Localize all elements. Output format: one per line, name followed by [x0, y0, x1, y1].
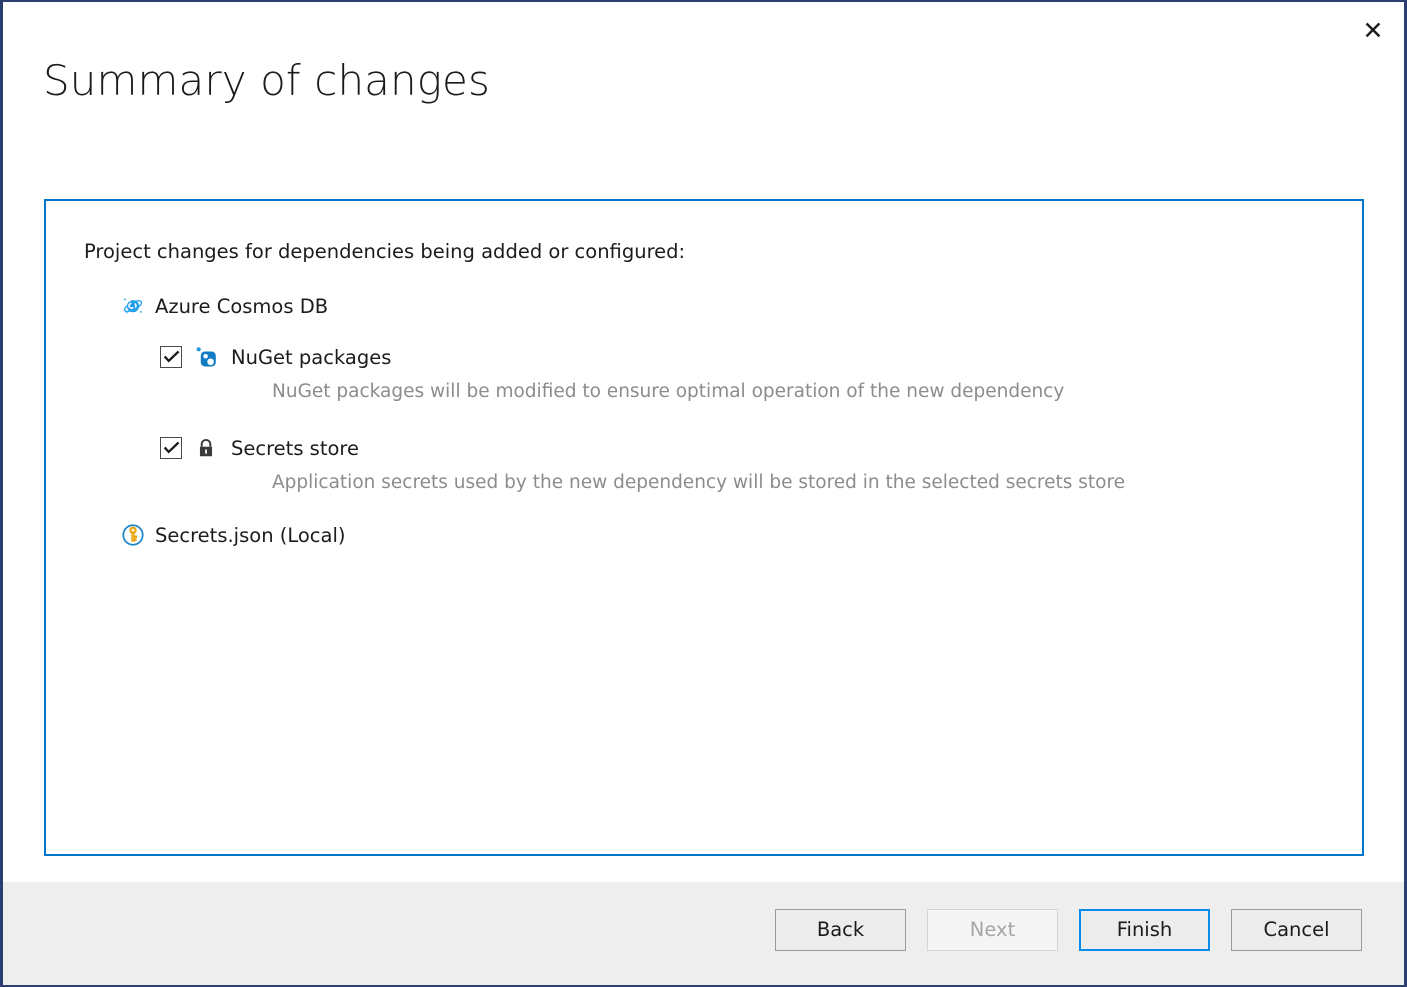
cancel-button[interactable]: Cancel: [1231, 909, 1362, 951]
summary-of-changes-dialog: ✕ Summary of changes Project changes for…: [0, 0, 1407, 987]
change-item-description: Application secrets used by the new depe…: [46, 472, 1362, 493]
change-item-description: NuGet packages will be modified to ensur…: [46, 381, 1362, 402]
leaf-label: Secrets.json (Local): [155, 524, 346, 547]
secrets-store-checkbox[interactable]: [160, 437, 182, 459]
nuget-package-icon: [182, 346, 217, 368]
check-row: NuGet packages: [46, 344, 1362, 370]
group-label: Azure Cosmos DB: [155, 295, 328, 318]
page-title: Summary of changes: [3, 60, 1404, 102]
close-glyph: ✕: [1363, 18, 1384, 43]
group-items: NuGet packages NuGet packages will be mo…: [46, 344, 1362, 493]
change-item-nuget-packages: NuGet packages NuGet packages will be mo…: [46, 344, 1362, 402]
changes-tree: Azure Cosmos DB: [46, 293, 1362, 548]
check-row: Secrets store: [46, 435, 1362, 461]
key-icon: [109, 524, 144, 546]
back-button[interactable]: Back: [775, 909, 906, 951]
change-item-secrets-store: Secrets store Application secrets used b…: [46, 435, 1362, 493]
lock-icon: [182, 437, 217, 459]
dialog-titlebar: ✕: [3, 2, 1404, 60]
tree-group-azure-cosmos-db: Azure Cosmos DB: [46, 293, 1362, 493]
change-item-label: NuGet packages: [231, 346, 391, 369]
next-button: Next: [927, 909, 1058, 951]
close-icon[interactable]: ✕: [1342, 2, 1404, 58]
nuget-packages-checkbox[interactable]: [160, 346, 182, 368]
dialog-footer: Back Next Finish Cancel: [3, 882, 1404, 985]
tree-leaf-secrets-json: Secrets.json (Local): [46, 522, 1362, 548]
leaf-row: Secrets.json (Local): [46, 522, 1362, 548]
group-row: Azure Cosmos DB: [46, 293, 1362, 319]
summary-panel: Project changes for dependencies being a…: [44, 199, 1364, 856]
panel-intro-text: Project changes for dependencies being a…: [46, 201, 1362, 263]
dialog-content: Project changes for dependencies being a…: [3, 102, 1404, 882]
finish-button[interactable]: Finish: [1079, 909, 1210, 951]
change-item-label: Secrets store: [231, 437, 359, 460]
azure-cosmos-db-icon: [109, 295, 144, 317]
